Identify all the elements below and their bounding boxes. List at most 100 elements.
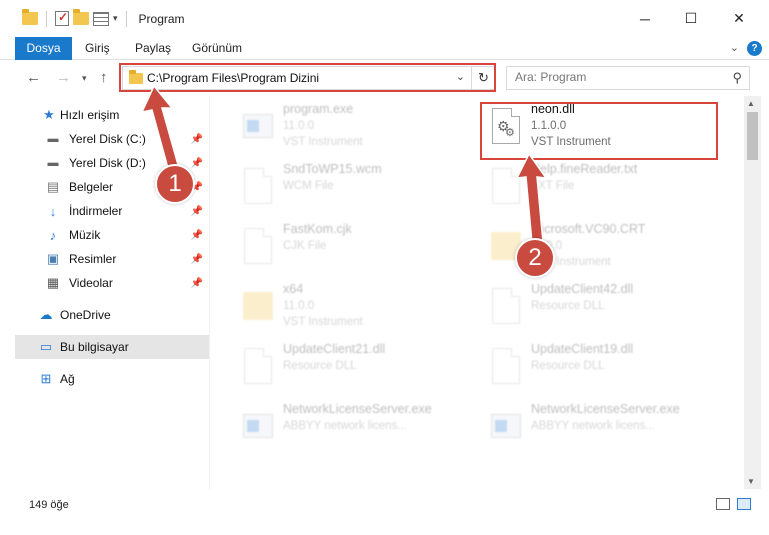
sidebar-item-pictures[interactable]: ▣ Resimler 📌 [15,247,209,271]
navigation-pane: ★ Hızlı erişim ▬ Yerel Disk (C:) 📌 ▬ Yer… [15,96,209,489]
maximize-button[interactable]: ☐ [668,0,714,37]
title-bar: ▾ Program ─ ☐ ✕ [0,0,769,37]
file-name: x64 [283,282,304,296]
file-tile[interactable]: NetworkLicenseServer.exe ABBYY network l… [231,396,471,454]
minimize-button[interactable]: ─ [622,0,668,37]
quick-access-toolbar: ▾ [22,9,131,27]
file-type: TXT File [531,180,575,192]
details-view-icon[interactable] [716,498,730,510]
scroll-down-icon[interactable]: ▼ [747,477,755,486]
dll-icon: ⚙ ⚙ [489,106,523,146]
sidebar-item-quick-access[interactable]: ★ Hızlı erişim [15,103,209,127]
scroll-thumb[interactable] [747,112,758,160]
drive-icon: ▬ [47,157,59,169]
drive-icon: ▬ [47,133,59,145]
file-name: Microsoft.VC90.CRT [531,222,646,236]
search-box[interactable]: ⚲ [506,66,750,90]
tab-view[interactable]: Görünüm [192,37,242,60]
sidebar-item-label: Belgeler [69,180,114,194]
file-version: 1.1.0.0 [531,120,567,132]
file-type: CJK File [283,240,327,252]
file-name: NetworkLicenseServer.exe [283,402,432,416]
dll-icon [489,286,523,326]
up-icon[interactable]: ↑ [100,69,108,86]
forward-icon[interactable]: → [56,69,71,86]
file-type: Resource DLL [531,360,605,372]
exe-icon [489,406,523,446]
sidebar-item-this-pc[interactable]: ▭ Bu bilgisayar [15,335,209,359]
help-button[interactable]: ? [747,41,762,56]
file-tile[interactable]: UpdateClient19.dll Resource DLL [479,336,719,394]
sidebar-item-label: Videolar [69,276,113,290]
pictures-icon: ▣ [46,251,60,266]
file-tile[interactable]: UpdateClient42.dll Resource DLL [479,276,719,334]
divider [46,10,47,27]
sidebar-item-label: İndirmeler [69,204,123,218]
search-icon[interactable]: ⚲ [732,70,742,86]
folder-icon [129,70,143,84]
customize-toolbar-icon[interactable] [93,11,109,26]
file-tile-neon-dll[interactable]: ⚙ ⚙ neon.dll 1.1.0.0 VST Instrument [479,96,719,154]
file-tile[interactable]: x64 11.0.0 VST Instrument [231,276,471,334]
ribbon-tabs: Dosya Giriş Paylaş Görünüm ⌄ ? [0,37,769,60]
folder-icon [241,286,275,326]
tab-file[interactable]: Dosya [15,37,72,60]
file-name: NetworkLicenseServer.exe [531,402,680,416]
vertical-scrollbar[interactable]: ▲ ▼ [744,96,761,489]
file-version: 11.0.0 [283,120,315,132]
divider [125,10,127,27]
pin-icon: 📌 [190,277,203,289]
pin-icon: 📌 [190,157,203,169]
sidebar-item-videos[interactable]: ▦ Videolar 📌 [15,271,209,295]
scroll-up-icon[interactable]: ▲ [747,99,755,108]
file-tile[interactable]: SndToWP15.wcm WCM File [231,156,471,214]
exe-icon [241,406,275,446]
refresh-icon[interactable]: ↻ [471,67,495,89]
documents-icon: ▤ [46,179,60,194]
file-name: UpdateClient19.dll [531,342,634,356]
chevron-down-icon[interactable]: ⌄ [456,70,465,83]
file-name: neon.dll [531,102,575,116]
file-tile[interactable]: Microsoft.VC90.CRT 11.0.0 VST Instrument [479,216,719,274]
sidebar-item-music[interactable]: ♪ Müzik 📌 [15,223,209,247]
pane-divider[interactable] [209,96,210,489]
pin-icon: 📌 [190,253,203,265]
step-badge-1: 1 [155,164,195,204]
file-tile[interactable]: UpdateClient21.dll Resource DLL [231,336,471,394]
window-title: Program [138,11,185,26]
sidebar-item-label: Resimler [69,252,117,266]
file-name: Help.fineReader.txt [531,162,638,176]
dll-icon [241,346,275,386]
search-input[interactable] [515,70,725,84]
sidebar-item-network[interactable]: ⊞ Ağ [15,367,209,391]
file-name: UpdateClient42.dll [531,282,634,296]
file-tile[interactable]: FastKom.cjk CJK File [231,216,471,274]
back-icon[interactable]: ← [26,69,41,86]
tiles-view-icon[interactable] [737,498,751,510]
file-tile[interactable]: program.exe 11.0.0 VST Instrument [231,96,471,154]
properties-check-icon[interactable] [55,10,69,26]
sidebar-item-label: Müzik [69,228,101,242]
sidebar-item-local-disk-c[interactable]: ▬ Yerel Disk (C:) 📌 [15,127,209,151]
chevron-down-icon[interactable]: ▾ [113,13,118,24]
recent-locations-icon[interactable]: ▾ [82,73,87,84]
file-tile[interactable]: NetworkLicenseServer.exe ABBYY network l… [479,396,719,454]
expand-ribbon-icon[interactable]: ⌄ [730,41,739,54]
tab-home[interactable]: Giriş [85,37,110,60]
sidebar-item-label: Yerel Disk (C:) [69,132,146,146]
close-button[interactable]: ✕ [716,0,762,37]
address-path[interactable]: C:\Program Files\Program Dizini [147,71,319,85]
file-tile[interactable]: Help.fineReader.txt TXT File [479,156,719,214]
file-type: Resource DLL [283,360,357,372]
file-type: VST Instrument [531,136,611,148]
file-name: FastKom.cjk [283,222,352,236]
sidebar-item-label: Yerel Disk (D:) [69,156,146,170]
new-folder-icon[interactable] [73,9,89,25]
pin-icon: 📌 [190,205,203,217]
sidebar-item-onedrive[interactable]: ☁ OneDrive [15,303,209,327]
tab-share[interactable]: Paylaş [135,37,171,60]
file-name: UpdateClient21.dll [283,342,386,356]
file-name: program.exe [283,102,354,116]
address-bar[interactable]: C:\Program Files\Program Dizini ⌄ ↻ [122,66,496,90]
file-version: 11.0.0 [283,300,315,312]
